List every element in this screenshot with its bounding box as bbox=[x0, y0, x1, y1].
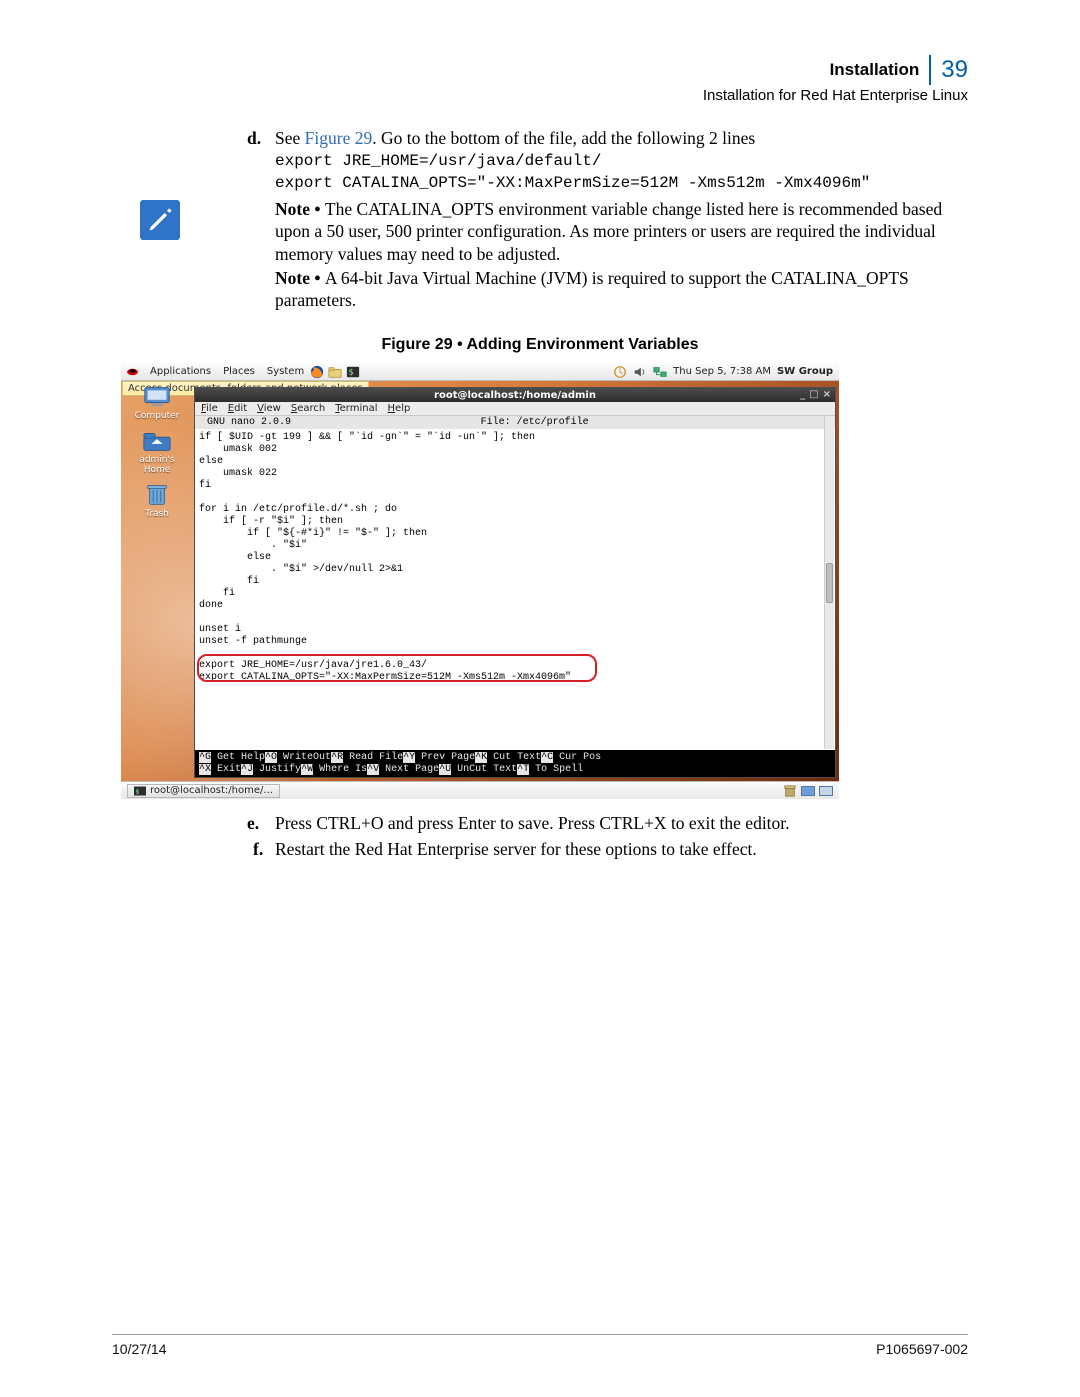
redhat-icon bbox=[126, 367, 139, 377]
step-d-pre: See bbox=[275, 128, 305, 148]
figure-caption: Figure 29 • Adding Environment Variables bbox=[0, 336, 1080, 354]
network-icon[interactable] bbox=[653, 365, 667, 379]
footer-rule bbox=[112, 1334, 968, 1335]
workspace-1[interactable] bbox=[801, 786, 815, 796]
close-button[interactable]: × bbox=[823, 389, 831, 400]
svg-text:$: $ bbox=[136, 788, 140, 795]
nano-header: GNU nano 2.0.9 File: /etc/profile bbox=[195, 416, 835, 429]
minimize-button[interactable]: _ bbox=[800, 389, 805, 400]
screenshot: Applications Places System $ Thu Sep 5, … bbox=[121, 363, 839, 799]
figure-link[interactable]: Figure 29 bbox=[305, 128, 373, 148]
note-2: Note • A 64-bit Java Virtual Machine (JV… bbox=[275, 267, 968, 312]
terminal-scrollbar[interactable] bbox=[824, 416, 834, 749]
terminal-launcher-icon[interactable]: $ bbox=[346, 365, 360, 379]
step-d: d. See Figure 29. Go to the bottom of th… bbox=[275, 127, 968, 149]
step-f-letter: f. bbox=[253, 838, 263, 860]
terminal-window: root@localhost:/home/admin _ □ × File Ed… bbox=[194, 387, 836, 778]
menu-places[interactable]: Places bbox=[217, 366, 261, 377]
workspace-switcher bbox=[783, 785, 833, 797]
menu-system[interactable]: System bbox=[261, 366, 310, 377]
note-1: Note • The CATALINA_OPTS environment var… bbox=[275, 198, 968, 265]
footer-date: 10/27/14 bbox=[112, 1341, 167, 1357]
term-menu-file[interactable]: File bbox=[201, 403, 218, 414]
step-f-text: Restart the Red Hat Enterprise server fo… bbox=[275, 839, 757, 859]
step-e-text: Press CTRL+O and press Enter to save. Pr… bbox=[275, 813, 790, 833]
window-buttons: _ □ × bbox=[800, 389, 831, 400]
term-menu-search[interactable]: Search bbox=[291, 403, 325, 414]
terminal-menubar: File Edit View Search Terminal Help bbox=[195, 402, 835, 416]
page-header: Installation 39 Installation for Red Hat… bbox=[703, 55, 968, 104]
document-page: Installation 39 Installation for Red Hat… bbox=[0, 0, 1080, 1397]
nano-file: File: /etc/profile bbox=[481, 417, 589, 428]
code-line-1: export JRE_HOME=/usr/java/default/ bbox=[275, 150, 968, 172]
step-d-post: . Go to the bottom of the file, add the … bbox=[372, 128, 755, 148]
nautilus-icon[interactable] bbox=[328, 365, 342, 379]
term-menu-help[interactable]: Help bbox=[388, 403, 411, 414]
term-menu-edit[interactable]: Edit bbox=[228, 403, 247, 414]
term-menu-view[interactable]: View bbox=[257, 403, 281, 414]
menu-applications[interactable]: Applications bbox=[144, 366, 217, 377]
workspace-2[interactable] bbox=[819, 786, 833, 796]
header-subtitle: Installation for Red Hat Enterprise Linu… bbox=[703, 87, 968, 104]
step-e-letter: e. bbox=[247, 812, 259, 834]
note2-text: A 64-bit Java Virtual Machine (JVM) is r… bbox=[275, 268, 909, 310]
header-page-number: 39 bbox=[941, 56, 968, 84]
note2-label: Note • bbox=[275, 268, 325, 288]
system-tray: Thu Sep 5, 7:38 AM SW Group bbox=[613, 365, 839, 379]
code-line-2: export CATALINA_OPTS="-XX:MaxPermSize=51… bbox=[275, 172, 968, 194]
header-separator bbox=[929, 55, 931, 85]
desktop-home-label: admin's Home bbox=[127, 455, 187, 475]
nano-body[interactable]: if [ $UID -gt 199 ] && [ "`id -gn`" = "`… bbox=[195, 429, 835, 750]
gnome-top-panel: Applications Places System $ Thu Sep 5, … bbox=[121, 363, 839, 381]
step-f: f. Restart the Red Hat Enterprise server… bbox=[275, 838, 968, 860]
step-d-code: export JRE_HOME=/usr/java/default/ expor… bbox=[275, 150, 968, 195]
desktop-home[interactable]: admin's Home bbox=[127, 429, 187, 475]
terminal-title: root@localhost:/home/admin bbox=[434, 390, 596, 401]
panel-user[interactable]: SW Group bbox=[777, 366, 833, 377]
maximize-button[interactable]: □ bbox=[809, 389, 818, 400]
volume-icon[interactable] bbox=[633, 365, 647, 379]
terminal-titlebar[interactable]: root@localhost:/home/admin _ □ × bbox=[195, 388, 835, 402]
update-icon[interactable] bbox=[613, 365, 627, 379]
taskbar-terminal-label: root@localhost:/home/... bbox=[150, 785, 273, 796]
taskbar-terminal[interactable]: $ root@localhost:/home/... bbox=[127, 784, 280, 798]
note1-text: The CATALINA_OPTS environment variable c… bbox=[275, 199, 942, 264]
step-e: e. Press CTRL+O and press Enter to save.… bbox=[275, 812, 968, 834]
header-title: Installation bbox=[830, 60, 920, 80]
scrollbar-thumb[interactable] bbox=[826, 563, 833, 603]
desktop-computer[interactable]: Computer bbox=[135, 385, 180, 421]
note1-label: Note • bbox=[275, 199, 325, 219]
desktop-trash-label: Trash bbox=[145, 509, 169, 519]
desktop-icons: Computer admin's Home Trash bbox=[127, 385, 187, 519]
note-icon bbox=[140, 200, 180, 240]
step-d-letter: d. bbox=[247, 127, 261, 149]
terminal-task-icon: $ bbox=[134, 786, 146, 796]
svg-text:$: $ bbox=[349, 367, 354, 376]
desktop-trash[interactable]: Trash bbox=[142, 483, 172, 519]
nano-version: GNU nano 2.0.9 bbox=[195, 417, 291, 428]
firefox-icon[interactable] bbox=[310, 365, 324, 379]
term-menu-terminal[interactable]: Terminal bbox=[335, 403, 377, 414]
panel-trash-icon[interactable] bbox=[783, 785, 797, 797]
gnome-bottom-panel: $ root@localhost:/home/... bbox=[121, 781, 839, 799]
nano-footer: ^G Get Help^O WriteOut^R Read File^Y Pre… bbox=[195, 750, 835, 777]
page-footer: 10/27/14 P1065697-002 bbox=[112, 1341, 968, 1357]
footer-docid: P1065697-002 bbox=[876, 1341, 968, 1357]
desktop-computer-label: Computer bbox=[135, 411, 180, 421]
panel-clock[interactable]: Thu Sep 5, 7:38 AM bbox=[673, 366, 771, 377]
